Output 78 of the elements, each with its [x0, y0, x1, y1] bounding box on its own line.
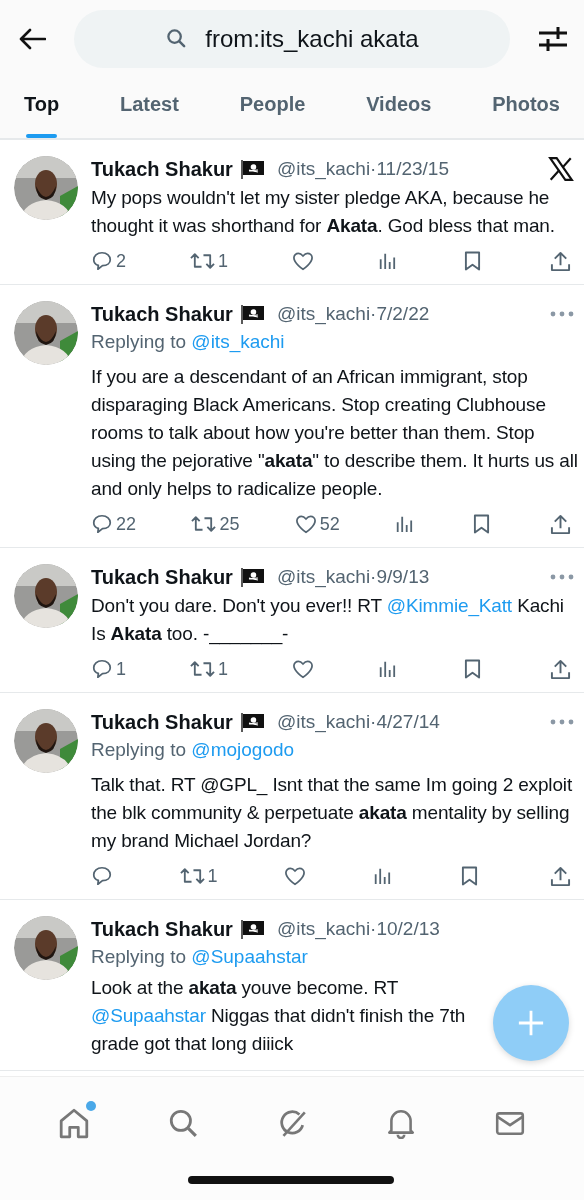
reply-button[interactable] [91, 865, 113, 887]
search-icon [166, 28, 187, 49]
pirate-flag-icon [240, 567, 265, 587]
share-button[interactable] [549, 250, 572, 272]
more-options-icon[interactable] [550, 719, 574, 725]
back-arrow-icon[interactable] [18, 28, 46, 50]
pirate-flag-icon [240, 919, 265, 939]
speech-bubble-icon [91, 513, 113, 535]
reply-button[interactable]: 22 [91, 513, 137, 535]
replying-to-label: Replying to [91, 331, 187, 352]
tweet-text: Don't you dare. Don't you ever!! RT @Kimmie_Katt Kachi Is Akata too. -_______- [91, 594, 565, 647]
like-button[interactable]: 52 [294, 513, 340, 535]
tab[interactable]: Top [16, 70, 68, 138]
retweet-button[interactable]: 25 [191, 513, 240, 535]
pirate-flag-icon [240, 304, 265, 324]
share-button[interactable] [549, 513, 572, 535]
tab[interactable]: People [231, 70, 314, 138]
share-button[interactable] [550, 865, 572, 887]
author-name[interactable]: Tukach Shakur [91, 565, 233, 589]
retweet-icon [179, 865, 205, 887]
tweet-text: Look at the akata youve become. RT @Supaahstar Niggas that didn't finish the 7th grade got that long diiick [91, 976, 467, 1056]
share-button[interactable] [549, 658, 572, 680]
more-options-icon[interactable] [550, 574, 574, 580]
bar-chart-icon [378, 251, 396, 271]
plus-icon [517, 1009, 545, 1037]
share-icon [549, 658, 571, 680]
bar-chart-icon [372, 866, 391, 886]
speech-bubble-icon [91, 658, 113, 680]
like-button[interactable] [284, 866, 307, 886]
heart-icon [292, 659, 314, 679]
bookmark-icon [472, 513, 490, 535]
author-name[interactable]: Tukach Shakur [91, 917, 233, 941]
retweet-button[interactable]: 1 [179, 865, 218, 887]
pirate-flag-icon [240, 712, 265, 732]
speech-bubble-icon [91, 865, 113, 887]
retweet-icon [191, 513, 217, 535]
share-icon [549, 513, 571, 535]
handle-and-date: @its_kachi·4/27/14 [276, 711, 440, 733]
retweet-button[interactable]: 1 [190, 250, 228, 272]
tweet-text: Talk that. RT @GPL_ Isnt that the same Im going 2 exploit the blk community & perpetuate akata mentality by selling my brand Michael Jordan? [91, 773, 574, 853]
reply-button[interactable]: 2 [91, 250, 126, 272]
author-name[interactable]: Tukach Shakur [91, 710, 233, 734]
heart-icon [294, 514, 317, 534]
more-options-icon[interactable] [550, 311, 574, 317]
retweet-button[interactable]: 1 [190, 658, 228, 680]
handle-and-date: @its_kachi·11/23/15 [276, 158, 449, 180]
bookmark-icon [463, 250, 481, 272]
like-button[interactable] [292, 659, 314, 679]
pirate-flag-icon [240, 159, 265, 179]
like-button[interactable] [292, 251, 314, 271]
tab[interactable]: Videos [358, 70, 440, 138]
reply-button[interactable]: 1 [91, 658, 126, 680]
retweet-icon [190, 658, 215, 680]
home-icon[interactable] [58, 1107, 91, 1139]
retweet-icon [190, 250, 215, 272]
handle-and-date: @its_kachi·9/9/13 [276, 566, 430, 588]
bar-chart-icon [378, 659, 396, 679]
tab[interactable]: Photos [484, 70, 568, 138]
search-icon[interactable] [167, 1107, 200, 1139]
author-name[interactable]: Tukach Shakur [91, 157, 233, 181]
share-icon [549, 250, 571, 272]
author-name[interactable]: Tukach Shakur [91, 302, 233, 326]
tab[interactable]: Latest [112, 70, 187, 138]
bookmark-icon [461, 865, 479, 887]
replying-to-label: Replying to [91, 739, 187, 760]
handle-and-date: @its_kachi·7/2/22 [276, 303, 430, 325]
heart-icon [292, 251, 314, 271]
filter-sliders-icon[interactable] [538, 26, 568, 52]
heart-icon [284, 866, 307, 886]
speech-bubble-icon [91, 250, 113, 272]
handle-and-date: @its_kachi·10/2/13 [276, 918, 440, 940]
search-field[interactable]: from:its_kachi akata [74, 10, 510, 68]
tweet-text: If you are a descendant of an African immigrant, stop disparaging Black Americans. Stop creating Clubhouse rooms to talk about how you're better than them. Stop using the pejorative "akata" to describe them. It hurts us all and only helps to radicalize people. [91, 365, 579, 501]
bar-chart-icon [395, 514, 414, 534]
tweet-text: My pops wouldn't let my sister pledge AKA, because he thought it was shorthand for Akata. God bless that man. [91, 186, 556, 238]
replying-to-label: Replying to [91, 946, 187, 967]
share-icon [550, 865, 571, 887]
bookmark-icon [463, 658, 481, 680]
